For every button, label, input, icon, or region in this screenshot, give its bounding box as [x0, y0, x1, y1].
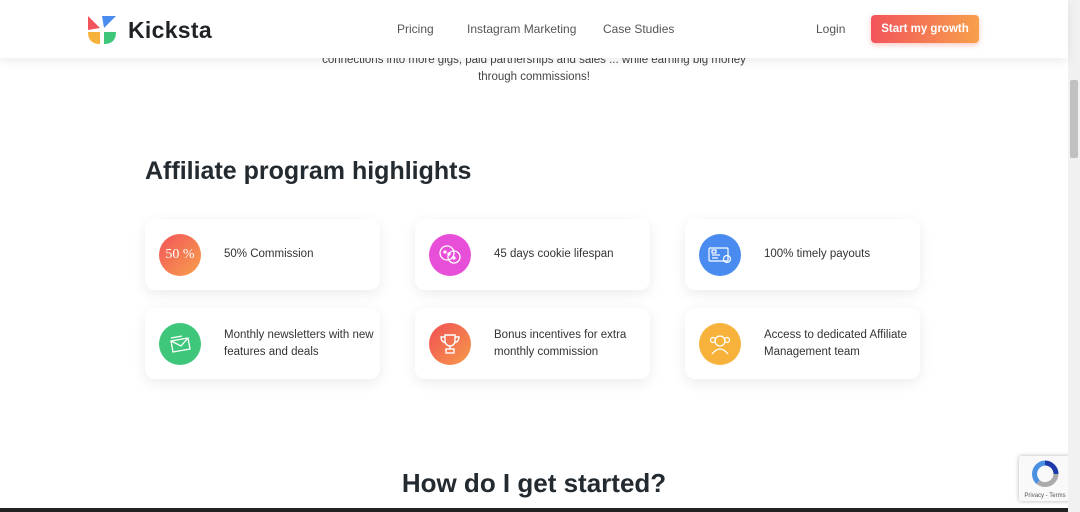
bottom-bar — [0, 508, 1068, 512]
start-growth-button[interactable]: Start my growth — [871, 15, 979, 43]
trophy-icon — [429, 323, 471, 365]
highlight-card: 100% timely payouts — [685, 219, 920, 290]
intro-line-2: through commissions! — [478, 71, 590, 83]
highlight-label: Bonus incentives for extra monthly commi… — [494, 328, 627, 358]
highlight-label: 100% timely payouts — [764, 248, 871, 260]
site-header: Kicksta Pricing Instagram Marketing Case… — [0, 0, 1068, 58]
percent-icon: 50 % — [159, 234, 201, 276]
logo[interactable]: Kicksta — [86, 14, 212, 46]
brand-name: Kicksta — [128, 16, 212, 43]
nav-instagram-marketing[interactable]: Instagram Marketing — [467, 22, 576, 36]
highlights-title: Affiliate program highlights — [145, 157, 472, 185]
nav-case-studies[interactable]: Case Studies — [603, 22, 674, 36]
recaptcha-links[interactable]: Privacy - Terms — [1019, 493, 1071, 499]
team-icon — [699, 323, 741, 365]
highlight-card: Bonus incentives for extra monthly commi… — [415, 308, 650, 379]
recaptcha-badge[interactable]: Privacy - Terms — [1019, 456, 1071, 501]
percent-badge-text: 50 % — [165, 247, 195, 262]
payment-card-icon — [699, 234, 741, 276]
login-link[interactable]: Login — [816, 22, 845, 36]
nav-pricing[interactable]: Pricing — [397, 22, 434, 36]
highlight-label: Access to dedicated Affiliate Management… — [764, 328, 907, 358]
highlight-card: 45 days cookie lifespan — [415, 219, 650, 290]
highlight-label: 45 days cookie lifespan — [494, 248, 614, 260]
highlight-label: 50% Commission — [224, 248, 314, 260]
highlight-card: Monthly newsletters with new features an… — [145, 308, 380, 379]
envelope-icon — [159, 323, 201, 365]
scrollbar[interactable] — [1068, 0, 1080, 512]
recaptcha-icon — [1032, 460, 1059, 488]
kicksta-logo-icon — [88, 16, 116, 44]
get-started-title: How do I get started? — [401, 468, 667, 498]
cookie-icon — [429, 234, 471, 276]
scrollbar-thumb[interactable] — [1070, 80, 1078, 158]
highlight-label: Monthly newsletters with new features an… — [224, 328, 374, 358]
highlight-card: 50 % 50% Commission — [145, 219, 380, 290]
highlight-card: Access to dedicated Affiliate Management… — [685, 308, 920, 379]
